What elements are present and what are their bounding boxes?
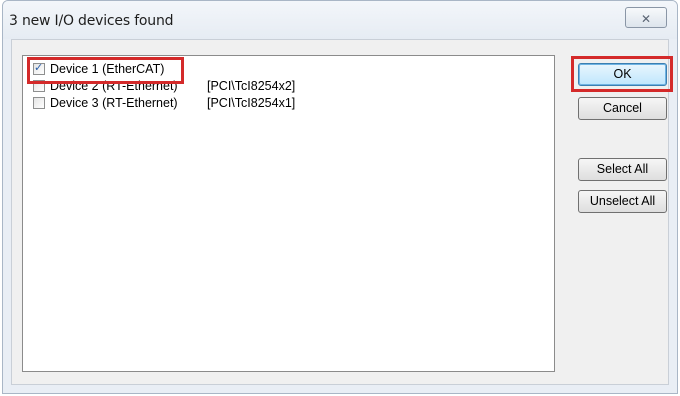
close-icon: ✕ [640, 12, 652, 26]
ok-button[interactable]: OK [578, 63, 667, 86]
device-2-name: Device 2 (RT-Ethernet) [50, 79, 178, 93]
device-1-checkbox[interactable]: ✓ [33, 61, 45, 75]
title-bar[interactable]: 3 new I/O devices found ✕ [3, 1, 677, 39]
select-all-button[interactable]: Select All [578, 158, 667, 181]
device-3-checkbox[interactable] [33, 97, 45, 109]
device-2-path: [PCI\TcI8254x2] [207, 79, 296, 93]
device-3-name: Device 3 (RT-Ethernet) [50, 96, 178, 110]
dialog-title: 3 new I/O devices found [9, 13, 174, 29]
close-button[interactable]: ✕ [625, 7, 667, 28]
device-3-path: [PCI\TcI8254x1] [207, 96, 296, 110]
cancel-button[interactable]: Cancel [578, 97, 667, 120]
device-list[interactable]: ✓ Device 1 (EtherCAT) Device 2 (RT-Ether… [22, 55, 555, 372]
device-1-name: Device 1 (EtherCAT) [50, 62, 165, 76]
device-2-checkbox[interactable] [33, 80, 45, 92]
unselect-all-button[interactable]: Unselect All [578, 190, 667, 213]
checkmark-icon: ✓ [34, 61, 44, 74]
